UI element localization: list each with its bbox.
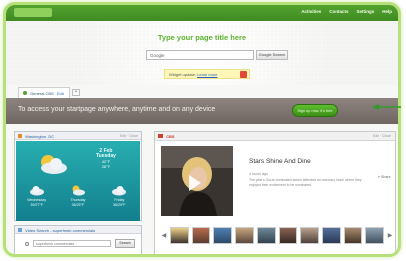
forecast-day: Friday 38/29°F [101, 183, 137, 221]
video-meta: 4 hours ago [249, 172, 268, 176]
nav-link-contacts[interactable]: Contacts [329, 9, 348, 14]
video-thumb[interactable] [321, 226, 341, 244]
video-controls[interactable]: Edit · Close [373, 134, 391, 138]
search-button[interactable]: Google Search [256, 50, 288, 60]
nav-link-activities[interactable]: Activities [301, 9, 321, 14]
video-thumb[interactable] [169, 226, 189, 244]
widget-update-notice: Widget update: Learn more [164, 69, 250, 79]
video-header: CBS Edit · Close [155, 132, 395, 141]
hero-header: Type your page title here Google Google … [6, 21, 398, 85]
partly-cloudy-icon [41, 155, 67, 174]
close-notice-icon[interactable] [240, 71, 247, 78]
forecast-day-temps: 36/25°F [71, 203, 85, 207]
forecast-day-temps: 39/27°F [30, 203, 43, 207]
page-title[interactable]: Type your page title here [6, 33, 398, 42]
arrow-left-icon [372, 104, 401, 110]
weather-widget: Washington, DC Edit · Close 2 Feb Tuesda… [14, 131, 142, 221]
cloudy-icon [29, 186, 44, 196]
tab-general[interactable]: General CBS Edit [18, 87, 70, 98]
play-icon[interactable] [189, 175, 201, 191]
browser-frame: Activities Contacts Settings Help Type y… [3, 2, 401, 257]
video-source: CBS [166, 134, 175, 139]
video-thumb[interactable] [235, 226, 254, 244]
banner-text: To access your startpage anywhere, anyti… [18, 106, 216, 113]
widget-update-text: Widget update: [169, 72, 196, 77]
video-thumb[interactable] [300, 226, 319, 244]
video-search-input[interactable]: superfresh commercials [33, 240, 111, 247]
site-logo[interactable] [14, 8, 52, 17]
tab-edit-link[interactable]: Edit [57, 91, 64, 96]
weather-panel: 2 Feb Tuesday 42°F 28°F Wednesday 39/27°… [16, 141, 140, 221]
partly-cloudy-icon [72, 185, 85, 196]
chevron-right-icon[interactable]: ▶ [387, 232, 393, 239]
video-search-icon [18, 228, 22, 232]
forecast-day: Thursday 36/25°F [60, 183, 96, 221]
video-thumb[interactable] [213, 226, 233, 244]
video-thumb[interactable] [278, 226, 298, 244]
weather-icon [18, 134, 22, 138]
weather-header: Washington, DC Edit · Close [15, 132, 141, 140]
add-tab-button[interactable]: + [72, 89, 80, 96]
tab-label: General CBS [30, 91, 54, 96]
search-radio[interactable] [25, 242, 29, 246]
tab-bar: General CBS Edit + [6, 85, 398, 98]
video-search-widget: Video Search - superfresh commercials su… [14, 225, 142, 254]
signup-banner: To access your startpage anywhere, anyti… [6, 98, 398, 124]
top-navbar: Activities Contacts Settings Help [6, 5, 398, 21]
video-description: The year's Oscar-nominated actors attend… [249, 178, 362, 187]
video-widget: CBS Edit · Close Stars Shine And Dine 4 … [154, 131, 396, 254]
video-thumb[interactable] [256, 226, 276, 244]
forecast-day-temps: 38/29°F [112, 203, 126, 207]
learn-more-link[interactable]: Learn more [197, 72, 217, 77]
share-label: Share [381, 175, 391, 179]
video-thumb[interactable] [191, 226, 211, 244]
weather-low: 28°F [101, 164, 111, 169]
weather-forecast: Wednesday 39/27°F Thursday 36/25°F Frida… [16, 183, 140, 221]
cloudy-icon [112, 186, 127, 196]
tab-status-icon [23, 91, 27, 95]
weather-controls[interactable]: Edit · Close [120, 134, 138, 138]
video-search-header: Video Search - superfresh commercials [15, 226, 141, 234]
video-thumbnail-strip: ◀ ▶ [161, 224, 393, 246]
weather-today: 2 Feb Tuesday 42°F 28°F [96, 149, 116, 170]
weather-location: Washington, DC [25, 134, 55, 139]
video-title[interactable]: Stars Shine And Dine [249, 158, 311, 165]
nav-link-settings[interactable]: Settings [356, 9, 374, 14]
nav-link-help[interactable]: Help [382, 9, 392, 14]
cbs-logo-icon [158, 134, 163, 138]
video-search-button[interactable]: Search [115, 239, 135, 248]
forecast-day: Wednesday 39/27°F [19, 183, 55, 221]
video-thumb[interactable] [365, 226, 385, 244]
video-thumb[interactable] [343, 226, 363, 244]
video-player[interactable] [161, 146, 233, 216]
signup-button[interactable]: Sign up now, it's free [292, 104, 338, 117]
search-input[interactable]: Google [146, 50, 254, 60]
share-button[interactable]: ↗ Share [377, 175, 391, 179]
video-search-title: Video Search - superfresh commercials [25, 228, 96, 233]
top-nav-links: Activities Contacts Settings Help [301, 9, 392, 14]
chevron-left-icon[interactable]: ◀ [161, 232, 167, 239]
